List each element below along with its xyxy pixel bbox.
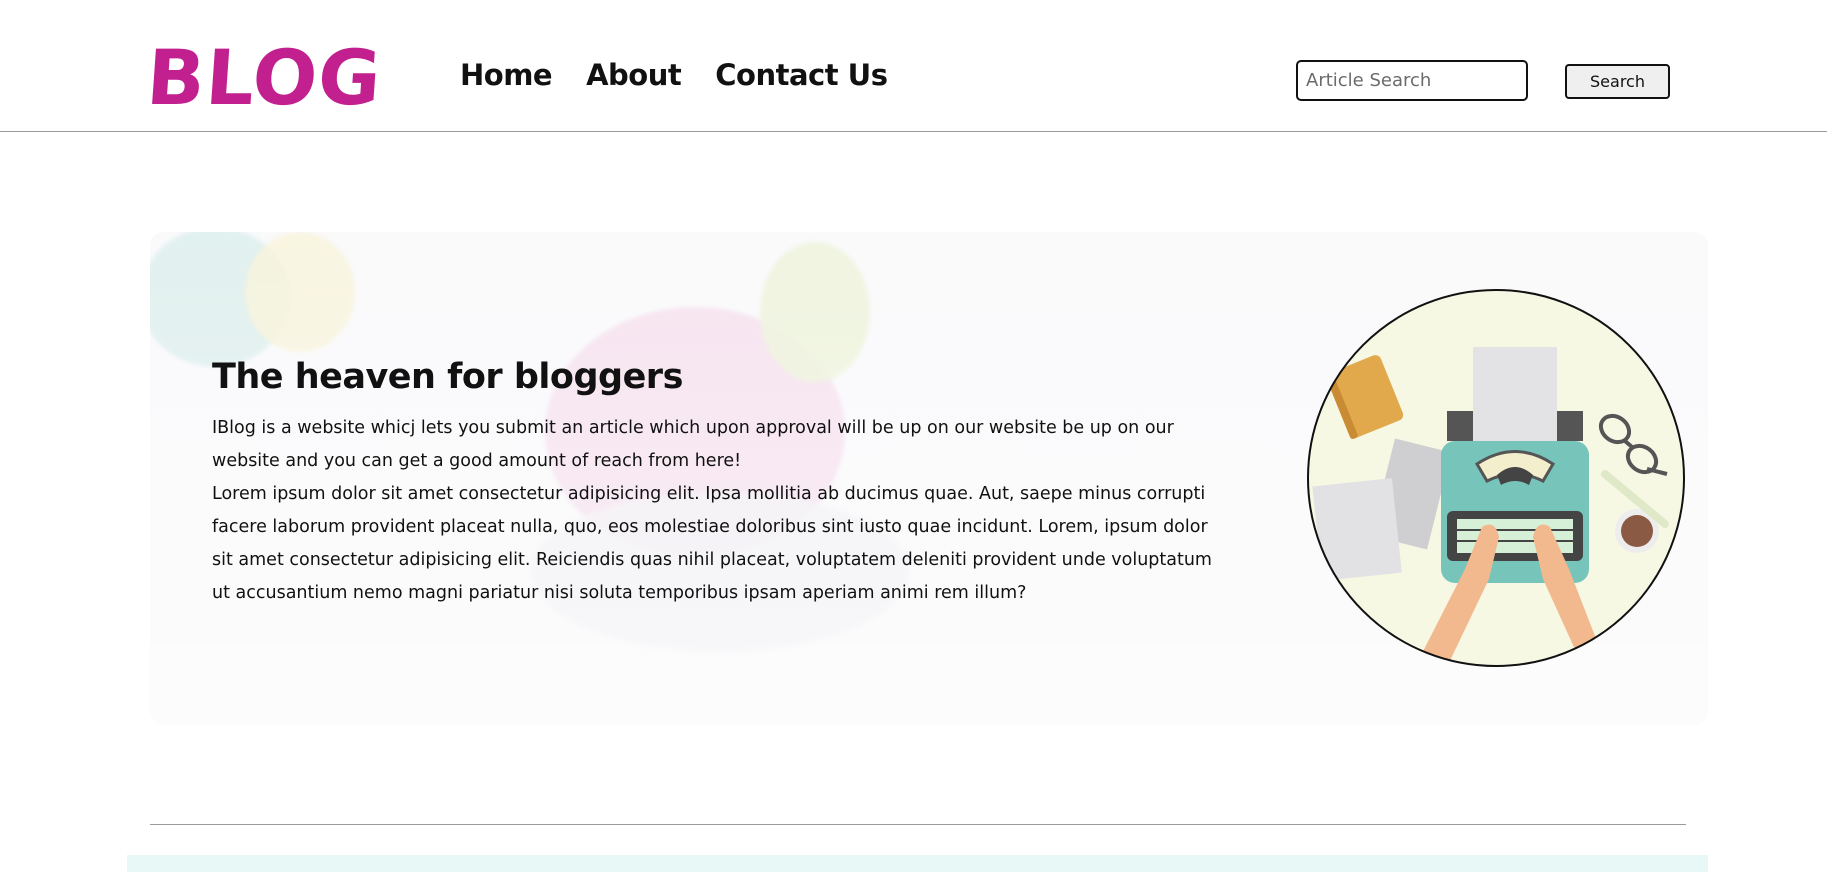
blog-logo[interactable]: BLOG bbox=[144, 33, 385, 122]
footer-strip bbox=[127, 855, 1708, 872]
article-search-input[interactable] bbox=[1296, 60, 1528, 101]
hero-description: IBlog is a website whicj lets you submit… bbox=[212, 412, 1222, 610]
nav-about-link[interactable]: About bbox=[586, 58, 682, 92]
typewriter-illustration bbox=[1307, 289, 1685, 667]
paper-icon bbox=[1312, 478, 1402, 581]
hero-paragraph: Lorem ipsum dolor sit amet consectetur a… bbox=[212, 484, 1212, 603]
hero-paragraph: IBlog is a website whicj lets you submit… bbox=[212, 418, 1174, 471]
nav-contact-link[interactable]: Contact Us bbox=[715, 58, 888, 92]
section-divider bbox=[150, 824, 1686, 825]
site-header: BLOG Home About Contact Us Search bbox=[0, 0, 1827, 132]
hero-title: The heaven for bloggers bbox=[212, 357, 683, 397]
nav-home-link[interactable]: Home bbox=[460, 58, 553, 92]
hero-banner: The heaven for bloggers IBlog is a websi… bbox=[150, 232, 1708, 725]
search-button[interactable]: Search bbox=[1565, 64, 1670, 99]
main-nav: Home About Contact Us bbox=[460, 58, 888, 92]
